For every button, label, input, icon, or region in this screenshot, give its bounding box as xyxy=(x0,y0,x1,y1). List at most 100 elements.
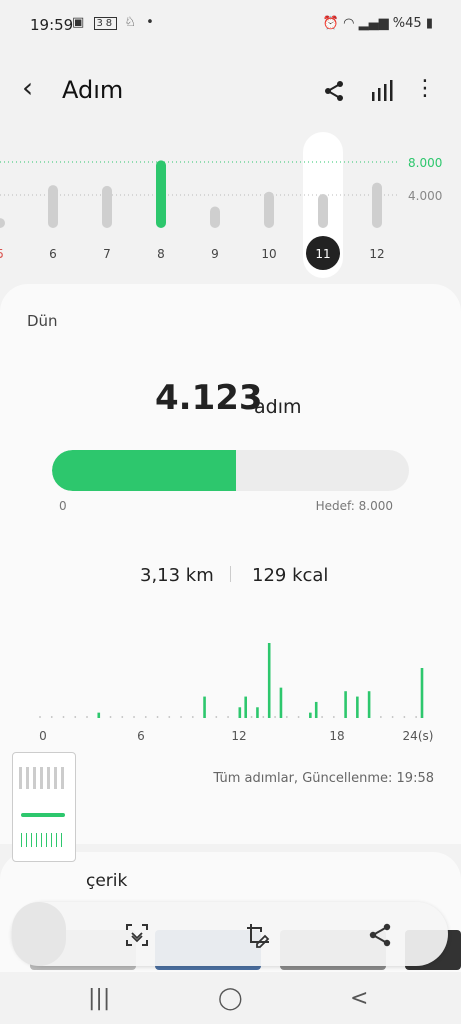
hour-bar xyxy=(256,707,259,718)
day-label[interactable]: 9 xyxy=(211,247,219,261)
day-bar[interactable] xyxy=(372,182,382,228)
page-title: Adım xyxy=(62,76,124,104)
day-bar[interactable] xyxy=(48,185,58,228)
hour-bar xyxy=(238,707,242,718)
back-nav-button[interactable]: < xyxy=(350,986,368,1011)
empty-hour-dot xyxy=(227,716,229,718)
day-label[interactable]: 12 xyxy=(369,247,384,261)
battery-percent: %45 xyxy=(392,16,422,31)
empty-hour-dot xyxy=(250,716,253,718)
hour-bar xyxy=(267,643,271,718)
preview-hourly xyxy=(21,833,65,847)
badge-icon: ♘ xyxy=(124,15,139,30)
recents-button[interactable]: ||| xyxy=(88,986,110,1011)
update-info: Tüm adımlar, Güncellenme: 19:58 xyxy=(213,771,434,786)
empty-hour-dot xyxy=(415,716,418,718)
hour-bar xyxy=(420,668,424,718)
alarm-icon: ⏰ xyxy=(322,16,340,31)
capture-icon[interactable] xyxy=(124,922,150,948)
back-button[interactable]: ‹ xyxy=(22,74,33,102)
empty-hour-dot xyxy=(62,716,65,718)
hour-bar xyxy=(279,687,283,718)
hour-bar xyxy=(367,691,371,718)
empty-hour-dot xyxy=(321,716,323,718)
day-label[interactable]: 10 xyxy=(261,247,276,261)
hour-bar xyxy=(344,691,347,718)
content-section-title: çerik xyxy=(86,871,128,891)
empty-hour-dot xyxy=(109,716,112,718)
status-bar: 19:59 ▣ 38 ♘ • ⏰ ◠ ▂▄▆ %45 ▮ xyxy=(0,0,461,50)
day-label[interactable]: 7 xyxy=(103,247,111,261)
day-label[interactable]: 6 xyxy=(49,247,57,261)
hour-bar xyxy=(309,712,312,718)
toolbar-handle[interactable] xyxy=(12,902,66,966)
home-button[interactable]: ◯ xyxy=(218,986,243,1011)
stats-icon[interactable] xyxy=(370,80,394,102)
day-bar[interactable] xyxy=(156,160,166,228)
day-label[interactable]: 5 xyxy=(0,247,4,261)
step-count: 4.123 xyxy=(155,378,263,418)
empty-hour-dot xyxy=(156,716,159,718)
hour-bar xyxy=(244,696,247,718)
empty-hour-dot xyxy=(168,716,171,718)
calendar-icon: 38 xyxy=(94,17,118,30)
empty-hour-dot xyxy=(332,716,335,718)
empty-hour-dot xyxy=(262,716,265,718)
empty-hour-dot xyxy=(215,716,218,718)
share-icon[interactable] xyxy=(367,922,393,948)
empty-hour-dot xyxy=(144,716,147,718)
day-bar[interactable] xyxy=(210,206,220,228)
day-label[interactable]: 11 xyxy=(315,247,330,261)
goal-label: Hedef: 8.000 xyxy=(315,499,393,513)
goal-progress-bar xyxy=(52,450,409,491)
empty-hour-dot xyxy=(50,716,53,718)
more-options-button[interactable]: ⋮ xyxy=(414,78,436,100)
battery-icon: ▮ xyxy=(425,16,433,31)
empty-hour-dot xyxy=(121,716,124,718)
wifi-icon: ◠ xyxy=(343,16,355,31)
hour-tick-label: 6 xyxy=(137,729,145,743)
goal-progress-fill xyxy=(52,450,236,491)
goal-line-label: 8.000 xyxy=(408,156,442,170)
hour-bar xyxy=(314,701,318,718)
empty-hour-dot xyxy=(180,716,182,718)
empty-hour-dot xyxy=(191,716,194,718)
progress-min-label: 0 xyxy=(59,499,67,513)
empty-hour-dot xyxy=(379,716,382,718)
hour-tick-label: 0 xyxy=(39,729,47,743)
signal-icon: ▂▄▆ xyxy=(358,16,389,31)
day-bar[interactable] xyxy=(0,218,5,228)
screenshot-toolbar xyxy=(12,902,448,966)
day-bar[interactable] xyxy=(318,193,328,228)
status-time: 19:59 xyxy=(30,16,74,34)
empty-hour-dot xyxy=(133,716,135,718)
empty-hour-dot xyxy=(391,716,394,718)
system-nav-bar: ||| ◯ < xyxy=(0,974,461,1024)
day-bar[interactable] xyxy=(264,191,274,228)
hour-tick-label: 12 xyxy=(231,729,246,743)
step-unit: adım xyxy=(254,396,302,418)
crop-edit-icon[interactable] xyxy=(245,922,271,948)
notification-icons: ▣ 38 ♘ • xyxy=(72,15,157,30)
empty-hour-dot xyxy=(39,716,41,718)
hour-bar xyxy=(356,696,359,718)
empty-hour-dot xyxy=(285,716,288,718)
calories-value: 129 kcal xyxy=(252,565,329,586)
mid-line-label: 4.000 xyxy=(408,189,442,203)
day-label: Dün xyxy=(27,312,58,330)
share-icon[interactable] xyxy=(322,80,346,102)
empty-hour-dot xyxy=(274,716,276,718)
hourly-steps-chart[interactable]: 0 6 12 18 24(s) xyxy=(0,630,461,745)
empty-hour-dot xyxy=(86,716,88,718)
screenshot-preview[interactable] xyxy=(12,752,76,862)
empty-hour-dot xyxy=(74,716,77,718)
day-label[interactable]: 8 xyxy=(157,247,165,261)
hour-bar xyxy=(203,696,206,718)
stat-divider xyxy=(230,566,231,582)
empty-hour-dot xyxy=(297,716,300,718)
hour-bar xyxy=(97,712,101,718)
empty-hour-dot xyxy=(403,716,406,718)
weekly-steps-chart[interactable]: 8.000 4.000 5 6 7 8 9 10 11 12 xyxy=(0,130,461,280)
day-bar[interactable] xyxy=(102,185,112,228)
dot-icon: • xyxy=(146,15,157,30)
